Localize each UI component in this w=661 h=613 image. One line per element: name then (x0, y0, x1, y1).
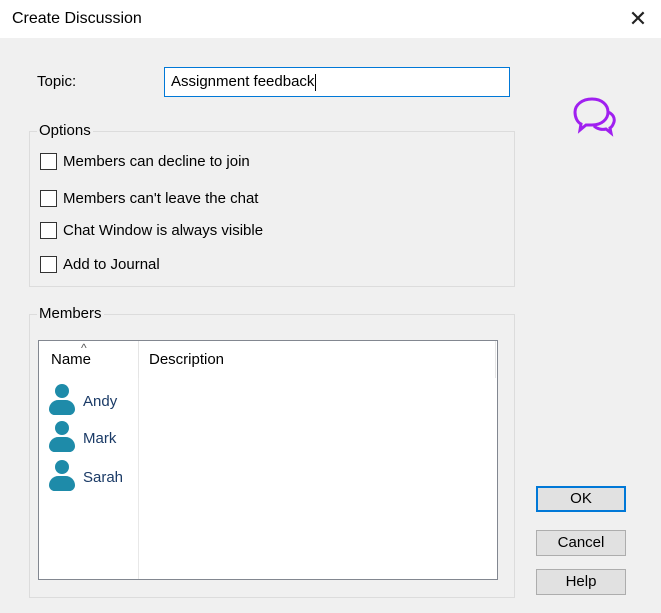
person-icon (49, 421, 75, 455)
column-separator[interactable] (138, 341, 139, 378)
ok-button[interactable]: OK (536, 486, 626, 512)
help-button[interactable]: Help (536, 569, 626, 595)
checkbox[interactable] (40, 221, 57, 239)
members-list[interactable]: ^ Name Description Andy Mark Sarah (38, 340, 498, 580)
checkbox[interactable] (40, 189, 57, 207)
column-header-description[interactable]: Description (149, 351, 224, 368)
member-name: Mark (83, 429, 117, 447)
option-always-visible[interactable]: Chat Window is always visible (40, 219, 263, 241)
column-separator[interactable] (495, 341, 496, 378)
option-label: Chat Window is always visible (63, 221, 264, 239)
list-item[interactable]: Andy (49, 384, 117, 418)
cancel-button[interactable]: Cancel (536, 530, 626, 556)
option-label: Members can't leave the chat (63, 189, 259, 207)
person-icon (49, 384, 75, 418)
option-cant-leave[interactable]: Members can't leave the chat (40, 187, 258, 209)
member-name: Andy (83, 392, 118, 410)
column-header-name[interactable]: Name (51, 351, 91, 368)
topic-label: Topic: (37, 73, 77, 90)
topic-input[interactable]: Assignment feedback (164, 67, 510, 97)
member-name: Sarah (83, 468, 124, 486)
option-add-to-journal[interactable]: Add to Journal (40, 253, 160, 275)
title-bar: Create Discussion ✕ (0, 0, 661, 38)
text-caret (315, 73, 317, 91)
list-item[interactable]: Sarah (49, 460, 123, 494)
members-group-title: Members (37, 305, 104, 322)
option-decline-to-join[interactable]: Members can decline to join (40, 150, 250, 172)
column-divider (138, 378, 139, 579)
options-group-title: Options (37, 122, 93, 139)
checkbox[interactable] (40, 255, 57, 273)
option-label: Add to Journal (63, 255, 160, 273)
option-label: Members can decline to join (63, 152, 250, 170)
person-icon (49, 460, 75, 494)
list-item[interactable]: Mark (49, 421, 116, 455)
close-icon[interactable]: ✕ (615, 0, 661, 38)
checkbox[interactable] (40, 152, 57, 170)
chat-bubbles-icon (573, 97, 616, 137)
window-title: Create Discussion (12, 10, 142, 27)
topic-value: Assignment feedback (171, 73, 315, 90)
list-header: ^ Name Description (39, 341, 497, 378)
